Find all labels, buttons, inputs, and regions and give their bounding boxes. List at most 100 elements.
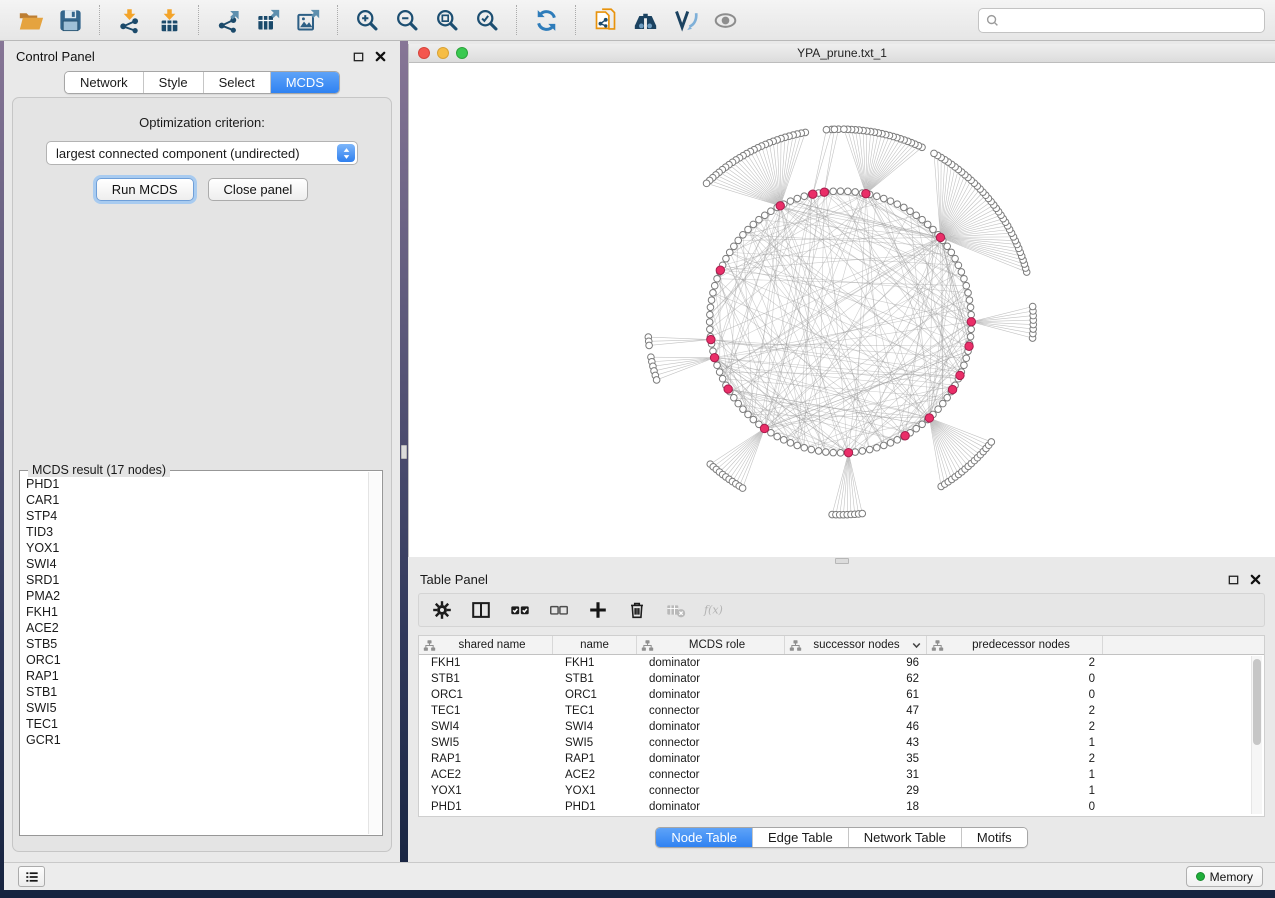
- close-window-icon[interactable]: [418, 47, 430, 59]
- tab-node-table[interactable]: Node Table: [656, 828, 752, 847]
- tab-select[interactable]: Select: [203, 72, 270, 93]
- table-scrollbar[interactable]: [1251, 656, 1262, 814]
- tab-network[interactable]: Network: [65, 72, 143, 93]
- import-table-icon[interactable]: [151, 4, 187, 36]
- mcds-result-item[interactable]: PMA2: [26, 588, 367, 604]
- export-image-icon[interactable]: [290, 4, 326, 36]
- float-panel-icon[interactable]: [351, 49, 366, 64]
- table-row[interactable]: ACE2ACE2connector311: [419, 767, 1264, 783]
- column-header[interactable]: successor nodes: [785, 636, 927, 654]
- table-row[interactable]: TEC1TEC1connector472: [419, 703, 1264, 719]
- table-cell: FKH1: [419, 657, 553, 669]
- settings-icon[interactable]: [429, 597, 455, 623]
- table-row[interactable]: FKH1FKH1dominator962: [419, 655, 1264, 671]
- close-panel-button[interactable]: Close panel: [208, 178, 309, 201]
- mcds-result-item[interactable]: CAR1: [26, 492, 367, 508]
- table-row[interactable]: SWI5SWI5connector431: [419, 735, 1264, 751]
- table-cell: 31: [785, 769, 927, 781]
- tab-edge-table[interactable]: Edge Table: [752, 828, 848, 847]
- column-header[interactable]: shared name: [419, 636, 553, 654]
- table-tabbar: Node TableEdge TableNetwork TableMotifs: [655, 827, 1027, 848]
- toolbar-separator: [99, 5, 100, 35]
- apply-layout-icon[interactable]: [528, 4, 564, 36]
- scrollbar-thumb[interactable]: [1253, 659, 1261, 745]
- table-cell: 47: [785, 705, 927, 717]
- export-table-icon[interactable]: [250, 4, 286, 36]
- table-cell: dominator: [637, 721, 785, 733]
- mcds-result-item[interactable]: STB5: [26, 636, 367, 652]
- table-row[interactable]: STB1STB1dominator620: [419, 671, 1264, 687]
- splitter-grip[interactable]: [835, 558, 849, 564]
- mcds-result-item[interactable]: ACE2: [26, 620, 367, 636]
- show-hide-panel-icon[interactable]: [707, 4, 743, 36]
- show-all-columns-icon[interactable]: [507, 597, 533, 623]
- open-file-icon[interactable]: [12, 4, 48, 36]
- minimize-window-icon[interactable]: [437, 47, 449, 59]
- vertical-splitter[interactable]: [400, 41, 408, 862]
- tab-style[interactable]: Style: [143, 72, 203, 93]
- vizmapper-icon[interactable]: [667, 4, 703, 36]
- first-neighbors-icon[interactable]: [627, 4, 663, 36]
- function-builder-icon[interactable]: f(x): [702, 597, 728, 623]
- maximize-window-icon[interactable]: [456, 47, 468, 59]
- mcds-result-item[interactable]: SWI5: [26, 700, 367, 716]
- node-table-body: FKH1FKH1dominator962STB1STB1dominator620…: [419, 655, 1264, 815]
- table-row[interactable]: PHD1PHD1dominator180: [419, 799, 1264, 815]
- table-toolbar: f(x): [418, 593, 1265, 627]
- hide-all-columns-icon[interactable]: [546, 597, 572, 623]
- import-network-icon[interactable]: [111, 4, 147, 36]
- mcds-list-scrollbar[interactable]: [368, 472, 381, 834]
- table-row[interactable]: YOX1YOX1connector291: [419, 783, 1264, 799]
- zoom-fit-icon[interactable]: [429, 4, 465, 36]
- search-input[interactable]: [1000, 10, 1258, 30]
- column-header[interactable]: predecessor nodes: [927, 636, 1103, 654]
- tab-motifs[interactable]: Motifs: [961, 828, 1027, 847]
- zoom-in-icon[interactable]: [349, 4, 385, 36]
- delete-table-icon[interactable]: [663, 597, 689, 623]
- panels-menu-button[interactable]: [18, 866, 45, 887]
- shared-column-icon: [789, 639, 802, 652]
- mcds-result-item[interactable]: RAP1: [26, 668, 367, 684]
- mcds-result-item[interactable]: STP4: [26, 508, 367, 524]
- zoom-selected-icon[interactable]: [469, 4, 505, 36]
- mcds-hub-node: [776, 202, 784, 210]
- network-canvas[interactable]: [409, 63, 1275, 557]
- close-panel-icon[interactable]: [1248, 572, 1263, 587]
- mcds-result-item[interactable]: SWI4: [26, 556, 367, 572]
- column-header[interactable]: name: [553, 636, 637, 654]
- tab-mcds[interactable]: MCDS: [270, 72, 339, 93]
- delete-column-icon[interactable]: [624, 597, 650, 623]
- new-network-from-selection-icon[interactable]: [587, 4, 623, 36]
- export-network-icon[interactable]: [210, 4, 246, 36]
- table-row[interactable]: SWI4SWI4dominator462: [419, 719, 1264, 735]
- mcds-result-item[interactable]: FKH1: [26, 604, 367, 620]
- mcds-result-item[interactable]: ORC1: [26, 652, 367, 668]
- mcds-result-item[interactable]: TEC1: [26, 716, 367, 732]
- table-row[interactable]: RAP1RAP1dominator352: [419, 751, 1264, 767]
- table-cell: STB1: [553, 673, 637, 685]
- mcds-result-item[interactable]: GCR1: [26, 732, 367, 748]
- add-column-icon[interactable]: [585, 597, 611, 623]
- mcds-result-item[interactable]: SRD1: [26, 572, 367, 588]
- mcds-result-item[interactable]: PHD1: [26, 476, 367, 492]
- optimization-criterion-select[interactable]: largest connected component (undirected): [46, 141, 358, 165]
- mcds-result-item[interactable]: YOX1: [26, 540, 367, 556]
- save-session-icon[interactable]: [52, 4, 88, 36]
- mcds-result-item[interactable]: STB1: [26, 684, 367, 700]
- memory-status-icon: [1196, 872, 1205, 881]
- table-panel: Table Panel f(x) shared namenameMCDS rol…: [408, 565, 1275, 862]
- splitter-grip[interactable]: [401, 445, 407, 459]
- table-cell: 2: [927, 753, 1103, 765]
- run-mcds-button[interactable]: Run MCDS: [96, 178, 194, 201]
- float-panel-icon[interactable]: [1226, 572, 1241, 587]
- tab-network-table[interactable]: Network Table: [848, 828, 961, 847]
- table-row[interactable]: ORC1ORC1dominator610: [419, 687, 1264, 703]
- column-selector-icon[interactable]: [468, 597, 494, 623]
- zoom-out-icon[interactable]: [389, 4, 425, 36]
- table-cell: ACE2: [419, 769, 553, 781]
- column-header[interactable]: MCDS role: [637, 636, 785, 654]
- horizontal-splitter[interactable]: [408, 557, 1275, 565]
- memory-button[interactable]: Memory: [1186, 866, 1263, 887]
- mcds-result-item[interactable]: TID3: [26, 524, 367, 540]
- close-panel-icon[interactable]: [373, 49, 388, 64]
